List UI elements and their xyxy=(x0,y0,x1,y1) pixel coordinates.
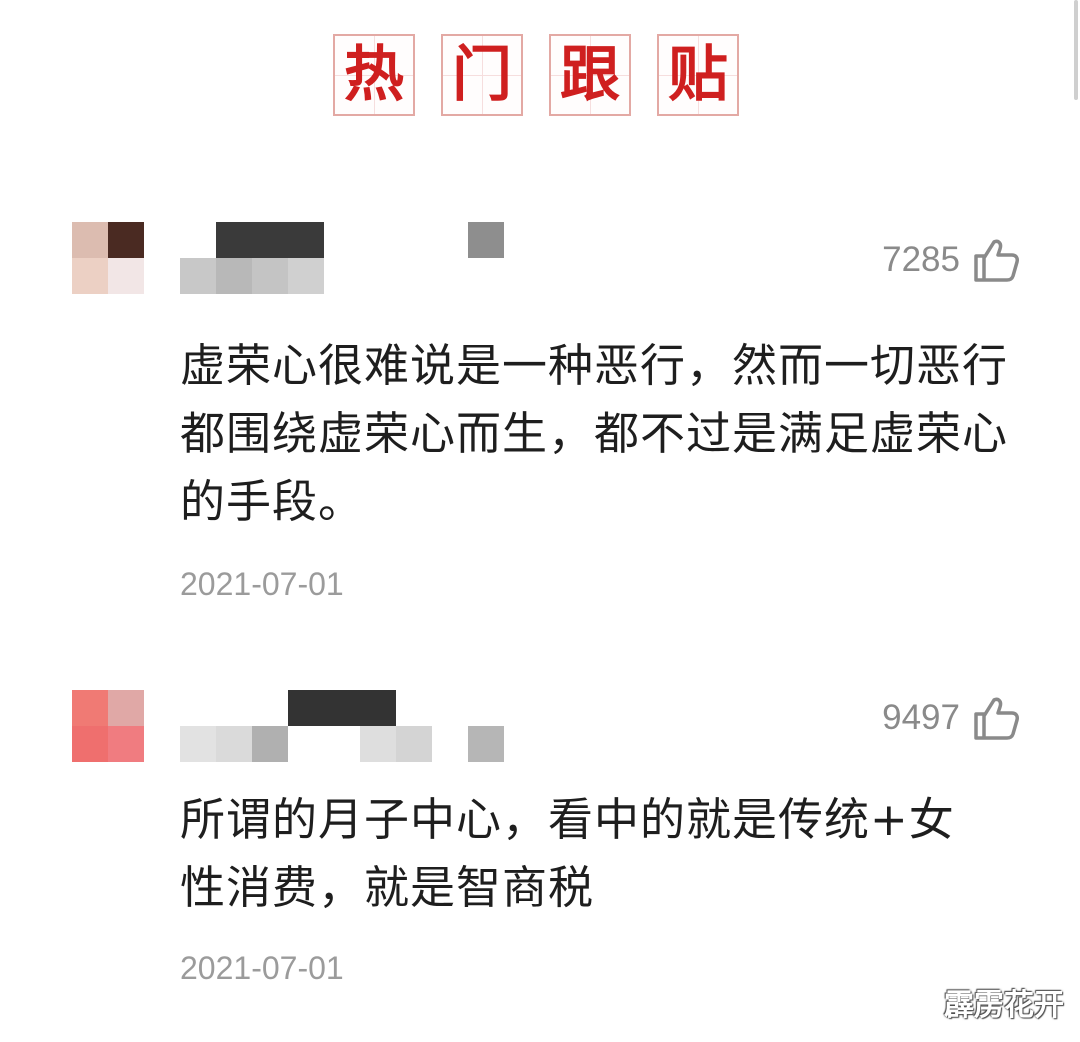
thumb-up-icon[interactable] xyxy=(972,694,1020,742)
scrollbar[interactable] xyxy=(1074,0,1078,100)
hot-comments-header: 热 门 跟 贴 xyxy=(333,34,739,116)
avatar[interactable] xyxy=(72,690,144,762)
comment-text: 所谓的月子中心，看中的就是传统+女性消费，就是智商税 xyxy=(180,793,955,914)
header-char-4: 贴 xyxy=(657,34,739,116)
comment-date: 2021-07-01 xyxy=(180,566,344,602)
header-char-2: 门 xyxy=(441,34,523,116)
thumb-up-icon[interactable] xyxy=(972,236,1020,284)
like-count: 9497 xyxy=(882,698,960,737)
header-char-3: 跟 xyxy=(549,34,631,116)
like-area[interactable]: 7285 xyxy=(882,236,1020,284)
comment-text: 虚荣心很难说是一种恶行，然而一切恶行都围绕虚荣心而生，都不过是满足虚荣心的手段。 xyxy=(180,339,1009,528)
username-pixelated[interactable] xyxy=(180,690,520,762)
watermark-text: 霹雳花开 xyxy=(944,988,1064,1023)
avatar[interactable] xyxy=(72,222,144,294)
username-pixelated[interactable] xyxy=(180,222,520,294)
comment-date: 2021-07-01 xyxy=(180,950,344,986)
like-count: 7285 xyxy=(882,240,960,279)
like-area[interactable]: 9497 xyxy=(882,694,1020,742)
header-char-1: 热 xyxy=(333,34,415,116)
